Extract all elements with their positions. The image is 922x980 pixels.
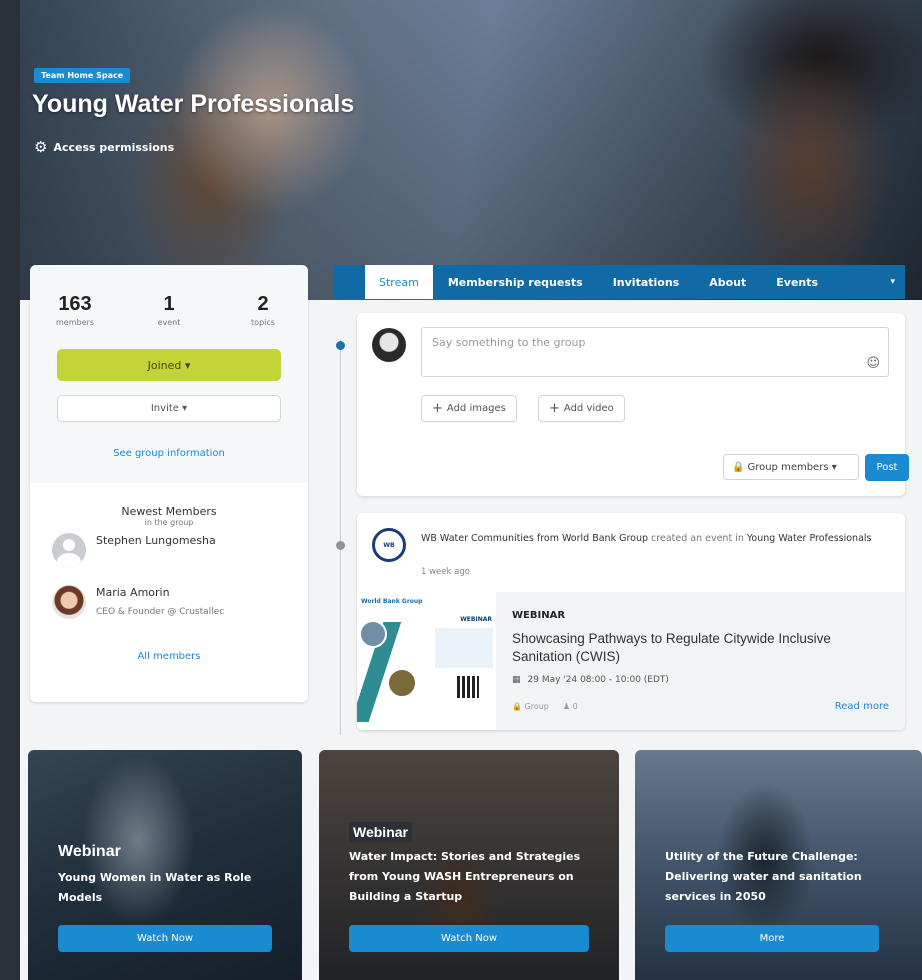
event-title[interactable]: Showcasing Pathways to Regulate Citywide… — [512, 630, 889, 666]
post-group-link[interactable]: Young Water Professionals — [747, 533, 872, 544]
emoji-icon[interactable]: ☺ — [866, 356, 880, 371]
member-role: CEO & Founder @ Crustallec — [96, 607, 225, 617]
event-date-text: 29 May '24 08:00 - 10:00 (EDT) — [527, 675, 669, 685]
promo-text: Utility of the Future Challenge: Deliver… — [665, 850, 862, 903]
audience-dropdown[interactable]: 🔒 Group members ▾ — [723, 454, 859, 480]
lock-icon: 🔒 — [732, 461, 745, 473]
newest-members-subtitle: in the group — [144, 518, 194, 527]
thumb-header: World Bank Group — [361, 598, 423, 605]
stat-events[interactable]: 1 event — [147, 293, 191, 327]
event-type-tag: WEBINAR — [512, 610, 566, 621]
tab-stream[interactable]: Stream — [365, 265, 433, 299]
space-tag: Team Home Space — [34, 68, 131, 83]
stat-value: 2 — [257, 293, 269, 315]
member-item[interactable]: Maria Amorin CEO & Founder @ Crustallec — [52, 585, 308, 619]
promo-text: Water Impact: Stories and Strategies fro… — [349, 850, 581, 903]
tab-about[interactable]: About — [694, 265, 761, 299]
member-item[interactable]: Stephen Lungomesha — [52, 533, 308, 567]
plus-icon: + — [549, 401, 560, 416]
newest-members-title: Newest Members — [121, 505, 217, 518]
promo-label: Webinar — [58, 843, 121, 860]
event-attendees: ♟ 0 — [562, 702, 578, 711]
promo-card: Webinar Water Impact: Stories and Strate… — [319, 750, 619, 980]
post-composer: Say something to the group ☺ + Add image… — [357, 313, 909, 496]
add-video-button[interactable]: + Add video — [538, 395, 625, 422]
promo-label: Webinar — [349, 822, 412, 842]
watch-now-button[interactable]: Watch Now — [58, 925, 272, 952]
post-input-placeholder: Say something to the group — [432, 336, 586, 349]
joined-dropdown-button[interactable]: Joined ▾ — [57, 349, 281, 381]
add-images-button[interactable]: + Add images — [421, 395, 517, 422]
add-images-label: Add images — [446, 403, 506, 414]
member-name[interactable]: Maria Amorin — [96, 586, 224, 599]
post-input[interactable]: Say something to the group ☺ — [421, 327, 889, 377]
author-logo[interactable]: WB — [372, 528, 406, 562]
group-tabs: Stream Membership requests Invitations A… — [333, 265, 905, 299]
access-permissions-link[interactable]: ⚙ Access permissions — [34, 140, 174, 155]
access-permissions-label: Access permissions — [53, 141, 175, 154]
see-group-information-link[interactable]: See group information — [30, 448, 308, 459]
member-info: Maria Amorin CEO & Founder @ Crustallec — [96, 585, 224, 617]
event-date: ▦ 29 May '24 08:00 - 10:00 (EDT) — [512, 675, 889, 685]
promo-card: Webinar Young Women in Water as Role Mod… — [28, 750, 302, 980]
more-button[interactable]: More — [665, 925, 879, 952]
tab-membership-requests[interactable]: Membership requests — [433, 265, 598, 299]
gear-icon: ⚙ — [34, 138, 48, 156]
all-members-link[interactable]: All members — [30, 651, 308, 662]
member-name[interactable]: Stephen Lungomesha — [96, 534, 216, 547]
thumb-text-box — [435, 628, 493, 668]
stat-value: 163 — [58, 293, 92, 315]
timeline-dot — [336, 541, 345, 550]
event-post: WB WB Water Communities from World Bank … — [357, 513, 905, 730]
group-title: Young Water Professionals — [32, 90, 355, 118]
stat-members[interactable]: 163 members — [53, 293, 97, 327]
event-visibility: 🔒 Group — [512, 702, 549, 711]
post-action-text: created an event in — [648, 533, 747, 544]
calendar-icon: ▦ — [512, 675, 521, 685]
avatar — [52, 585, 86, 619]
post-author-link[interactable]: WB Water Communities from World Bank Gro… — [421, 533, 648, 544]
attendee-count: 0 — [572, 702, 578, 711]
stat-label: event — [157, 318, 181, 327]
promo-card: Utility of the Future Challenge: Deliver… — [635, 750, 922, 980]
promo-text: Young Women in Water as Role Models — [58, 871, 252, 904]
group-info-card: 163 members 1 event 2 topics Joined ▾ In… — [30, 265, 308, 702]
stat-label: members — [56, 318, 94, 327]
audience-label: Group members ▾ — [747, 461, 837, 473]
tab-events[interactable]: Events — [761, 265, 833, 299]
plus-icon: + — [432, 401, 443, 416]
event-thumbnail[interactable]: World Bank Group WEBINAR — [357, 592, 496, 730]
watch-now-button[interactable]: Watch Now — [349, 925, 589, 952]
post-button[interactable]: Post — [865, 454, 909, 481]
member-info: Stephen Lungomesha — [96, 533, 216, 547]
read-more-link[interactable]: Read more — [835, 701, 889, 712]
stat-label: topics — [251, 318, 275, 327]
group-stats: 163 members 1 event 2 topics — [30, 293, 308, 327]
event-footer: 🔒 Group ♟ 0 Read more — [512, 701, 889, 712]
tab-invitations[interactable]: Invitations — [598, 265, 695, 299]
stat-topics[interactable]: 2 topics — [241, 293, 285, 327]
add-video-label: Add video — [563, 403, 614, 414]
newest-members-heading: Newest Members in the group — [30, 505, 308, 527]
group-stats-section: 163 members 1 event 2 topics Joined ▾ In… — [30, 265, 308, 483]
post-timestamp[interactable]: 1 week ago — [421, 567, 470, 577]
avatar — [372, 328, 406, 362]
qr-code-icon — [457, 676, 479, 698]
timeline-dot — [336, 341, 345, 350]
event-visibility-label: Group — [524, 702, 549, 711]
timeline-line — [340, 340, 341, 735]
post-meta: WB Water Communities from World Bank Gro… — [421, 529, 881, 549]
tabs-more-chevron-icon[interactable]: ▾ — [890, 277, 895, 287]
hero-banner: Team Home Space Young Water Professional… — [20, 0, 922, 300]
stat-value: 1 — [163, 293, 175, 315]
page-frame: Team Home Space Young Water Professional… — [20, 0, 922, 980]
thumb-photo — [387, 668, 417, 698]
avatar — [52, 533, 86, 567]
event-details: WEBINAR Showcasing Pathways to Regulate … — [496, 592, 905, 730]
thumb-photo — [359, 620, 387, 648]
invite-dropdown-button[interactable]: Invite ▾ — [57, 395, 281, 422]
